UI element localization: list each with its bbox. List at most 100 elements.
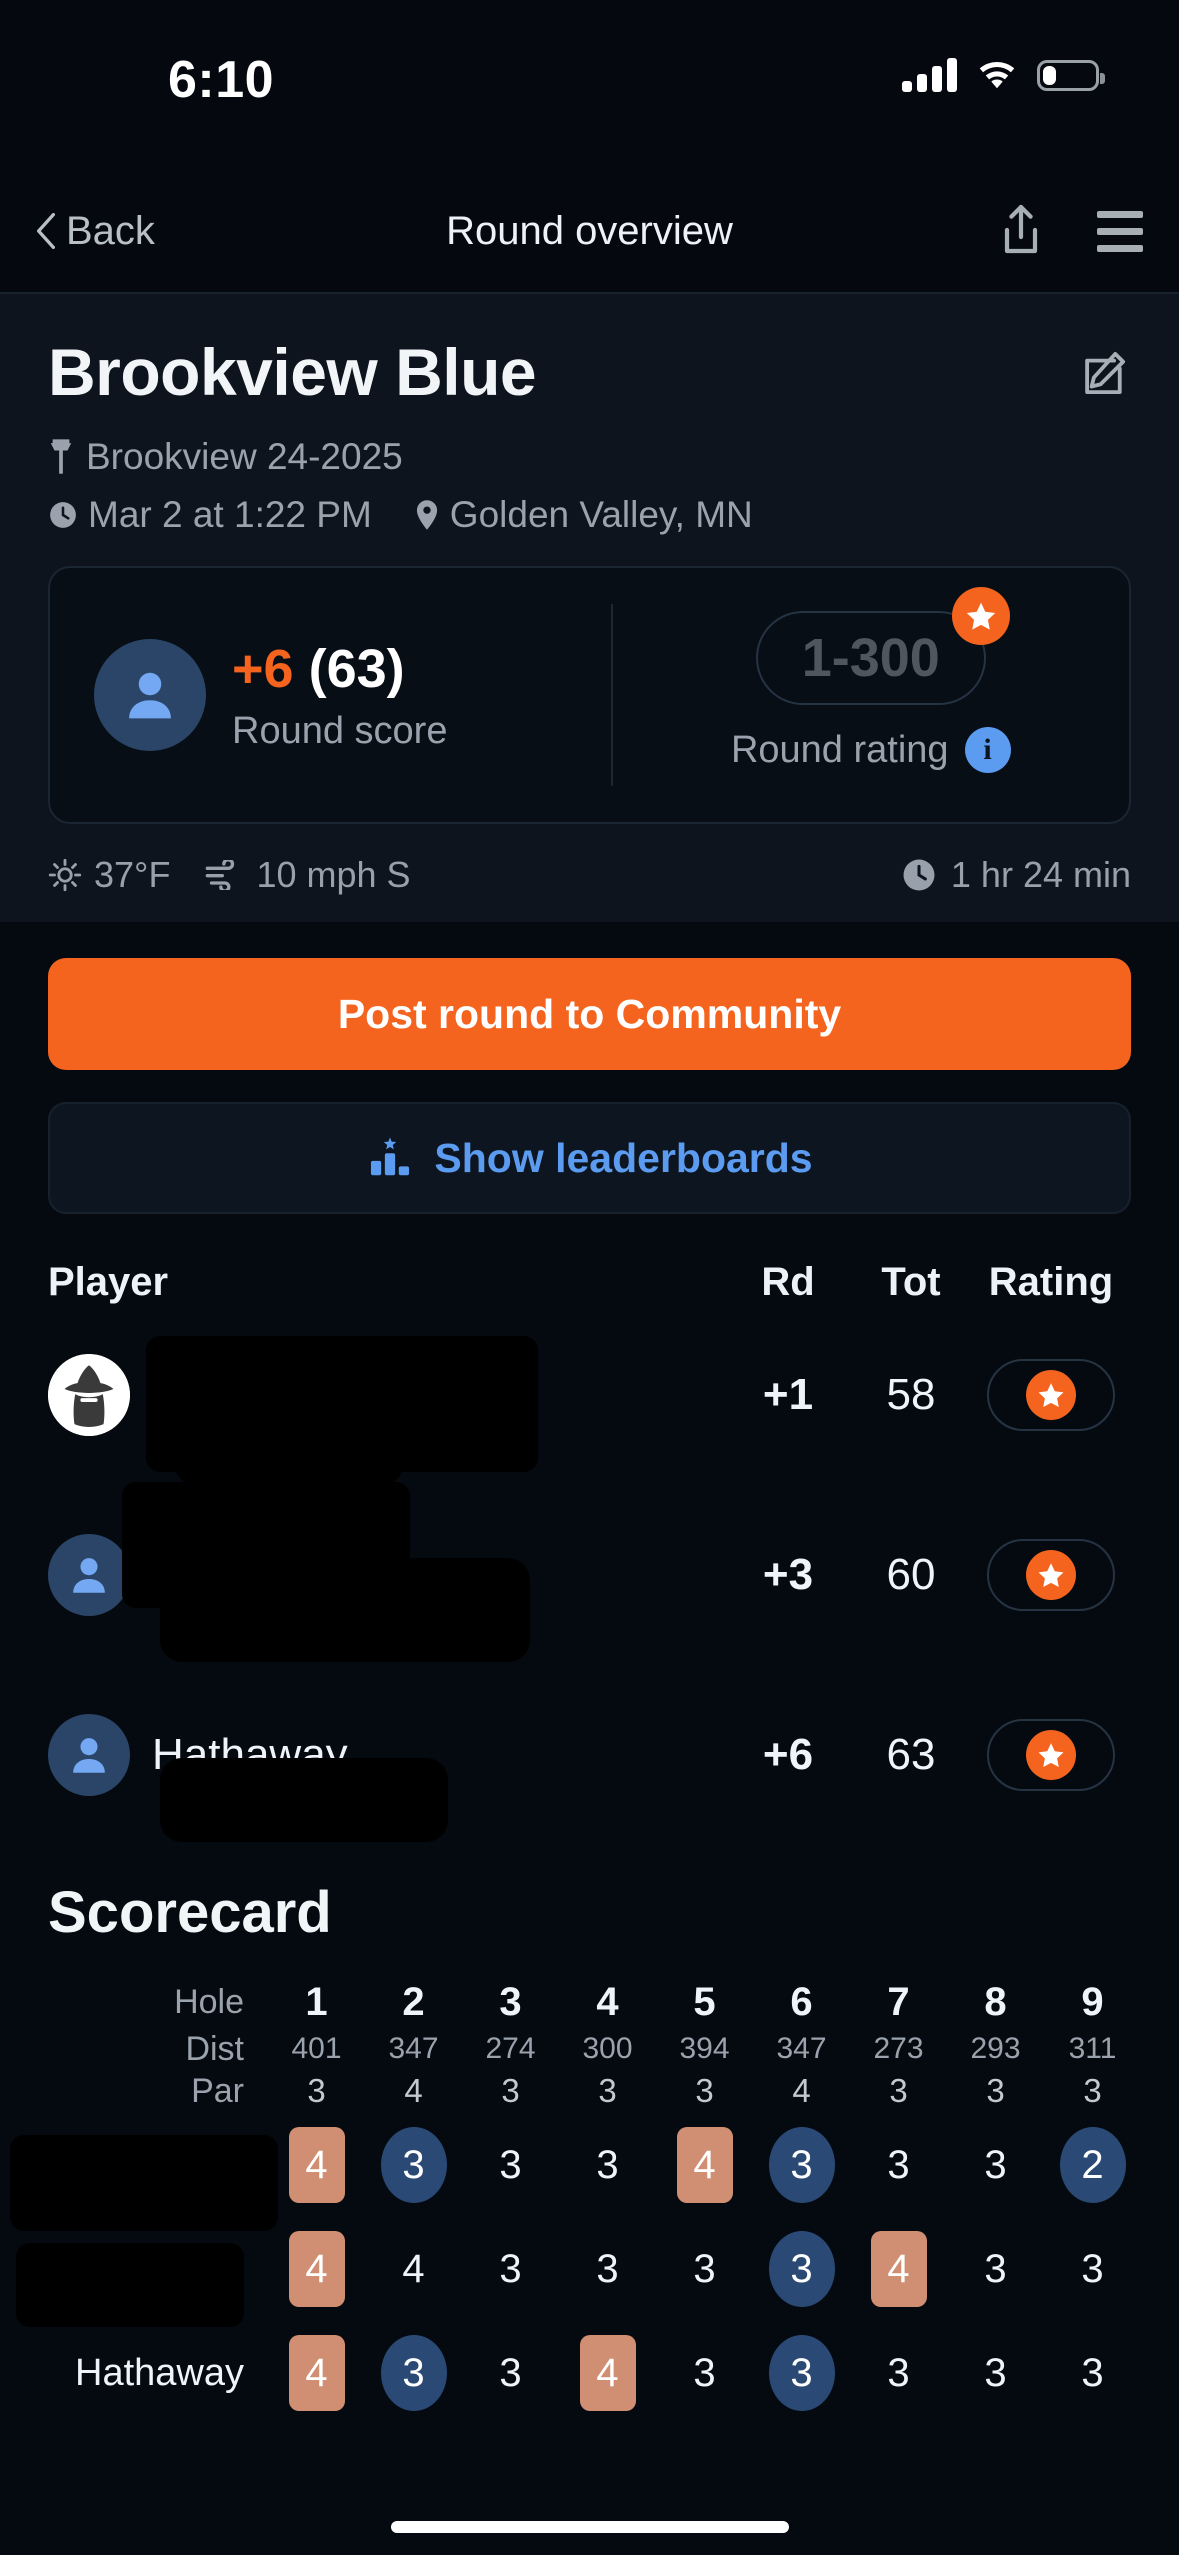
hole-number: 4 <box>596 1980 619 2024</box>
score-cell: 3 <box>656 2231 753 2307</box>
score-cell: 3 <box>559 2231 656 2307</box>
score-cell: 3 <box>753 2335 850 2411</box>
redaction-overlay <box>10 2135 278 2231</box>
scorecard-player-name: Hathaway <box>75 2351 244 2394</box>
nav-actions <box>997 203 1143 259</box>
battery-low-icon <box>1037 59 1105 91</box>
score-cell: 3 <box>1044 2335 1141 2411</box>
wind-value: 10 mph S <box>256 854 411 895</box>
scorecard-par-label: Par <box>191 2071 244 2110</box>
hole-number: 6 <box>790 1980 813 2024</box>
player-rating-cell <box>971 1719 1131 1791</box>
podium-star-icon <box>371 1137 410 1176</box>
back-button[interactable]: Back <box>36 209 155 254</box>
round-rating-pill[interactable]: 1-300 <box>755 587 1010 705</box>
players-table-header: Player Rd Tot Rating <box>48 1260 1131 1305</box>
score-mark-par: 4 <box>402 2246 425 2291</box>
score-cell: 3 <box>947 2231 1044 2307</box>
datetime-location-row: Mar 2 at 1:22 PM Golden Valley, MN <box>48 494 1131 536</box>
person-avatar-icon <box>48 1534 130 1616</box>
player-rating-chip[interactable] <box>987 1719 1115 1791</box>
info-icon[interactable]: i <box>964 727 1011 773</box>
round-score-card: +6 (63) Round score 1-300 Round rating i <box>48 566 1131 824</box>
score-mark-par: 3 <box>984 2142 1007 2187</box>
score-cell: 3 <box>462 2231 559 2307</box>
score-mark-par: 3 <box>499 2350 522 2395</box>
score-cell: 3 <box>1044 2231 1141 2307</box>
score-cell: 3 <box>365 2335 462 2411</box>
score-mark-bogey: 4 <box>870 2231 927 2307</box>
phone-screen: 6:10 Back Round overview Brookview Blue … <box>0 0 1179 2555</box>
redaction-overlay <box>160 1758 448 1842</box>
score-cell: 3 <box>947 2335 1044 2411</box>
hamburger-menu-icon[interactable] <box>1097 210 1143 252</box>
player-total-score: 58 <box>886 1370 936 1419</box>
header-tot: Tot <box>881 1260 941 1304</box>
show-leaderboards-button[interactable]: Show leaderboards <box>48 1102 1131 1214</box>
hole-distance: 273 <box>873 2032 924 2065</box>
score-mark-par: 3 <box>984 2246 1007 2291</box>
scorecard-dist-row: Dist 401 347 274 300 394 347 273 293 311 <box>48 2029 1141 2069</box>
share-icon[interactable] <box>997 203 1045 259</box>
round-location: Golden Valley, MN <box>449 494 753 535</box>
hole-number: 7 <box>887 1980 910 2024</box>
score-mark-par: 3 <box>693 2350 716 2395</box>
player-rating-chip[interactable] <box>987 1359 1115 1431</box>
scorecard-hole-row: Hole 1 2 3 4 5 6 7 8 9 <box>48 1976 1141 2029</box>
star-icon <box>1026 1730 1076 1780</box>
round-datetime: Mar 2 at 1:22 PM <box>88 494 372 535</box>
home-indicator[interactable] <box>390 2521 789 2533</box>
round-score-values: +6 (63) Round score <box>232 638 447 753</box>
hole-number: 8 <box>984 1980 1007 2024</box>
hole-distance: 347 <box>776 2032 827 2065</box>
table-row[interactable]: +3 60 <box>48 1482 1131 1665</box>
score-mark-par: 3 <box>984 2350 1007 2395</box>
hole-number: 3 <box>499 1980 522 2024</box>
star-icon <box>1026 1550 1076 1600</box>
round-score-numbers: +6 (63) <box>232 638 447 700</box>
edit-pencil-icon[interactable] <box>1077 346 1131 400</box>
post-round-button[interactable]: Post round to Community <box>48 958 1131 1070</box>
round-score-label: Round score <box>232 709 448 752</box>
header-rating: Rating <box>988 1260 1114 1304</box>
hole-number: 1 <box>305 1980 328 2024</box>
table-row[interactable]: +1 58 <box>48 1305 1131 1486</box>
score-mark-bogey: 4 <box>579 2335 636 2411</box>
score-cell: 4 <box>268 2231 365 2307</box>
players-table: Player Rd Tot Rating +1 58 +3 60 Hathawa… <box>0 1260 1179 1845</box>
hole-par: 3 <box>501 2072 520 2109</box>
layout-name: Brookview 24-2025 <box>86 436 403 477</box>
scorecard-player-row: 4 4 3 3 3 3 4 3 3 <box>16 2217 1141 2327</box>
score-cell: 3 <box>656 2335 753 2411</box>
score-mark-birdie: 3 <box>768 2335 835 2411</box>
scorecard-player-row: 4 3 3 3 4 3 3 3 2 <box>10 2113 1141 2231</box>
status-bar-icons <box>902 58 1105 92</box>
score-mark-par: 3 <box>499 2246 522 2291</box>
header-rd: Rd <box>761 1260 815 1304</box>
score-mark-par: 3 <box>596 2246 619 2291</box>
score-mark-par: 3 <box>693 2246 716 2291</box>
score-cell: 4 <box>559 2335 656 2411</box>
player-rating-chip[interactable] <box>987 1539 1115 1611</box>
table-row[interactable]: Hathaway +6 63 <box>48 1665 1131 1845</box>
star-icon <box>1026 1370 1076 1420</box>
wind-item: 10 mph S <box>204 854 411 896</box>
score-cell: 3 <box>365 2127 462 2203</box>
wizard-avatar-icon <box>48 1354 130 1436</box>
score-mark-par: 3 <box>1081 2350 1104 2395</box>
score-mark-birdie: 3 <box>380 2335 447 2411</box>
header-player: Player <box>48 1260 169 1304</box>
clock-icon <box>50 502 76 528</box>
conditions-row: 37°F 10 mph S 1 hr 24 min <box>48 854 1131 896</box>
scorecard-player-row: Hathaway 4 3 3 4 3 3 3 3 3 <box>48 2321 1141 2425</box>
score-cell: 3 <box>462 2335 559 2411</box>
score-cell: 3 <box>559 2127 656 2203</box>
redaction-overlay <box>16 2243 244 2327</box>
score-cell: 4 <box>268 2127 365 2203</box>
player-rating-cell <box>971 1539 1131 1611</box>
score-mark-bogey: 4 <box>288 2335 345 2411</box>
score-mark-birdie: 3 <box>380 2127 447 2203</box>
score-cell: 4 <box>656 2127 753 2203</box>
wind-icon <box>206 860 235 890</box>
hole-par: 3 <box>986 2072 1005 2109</box>
